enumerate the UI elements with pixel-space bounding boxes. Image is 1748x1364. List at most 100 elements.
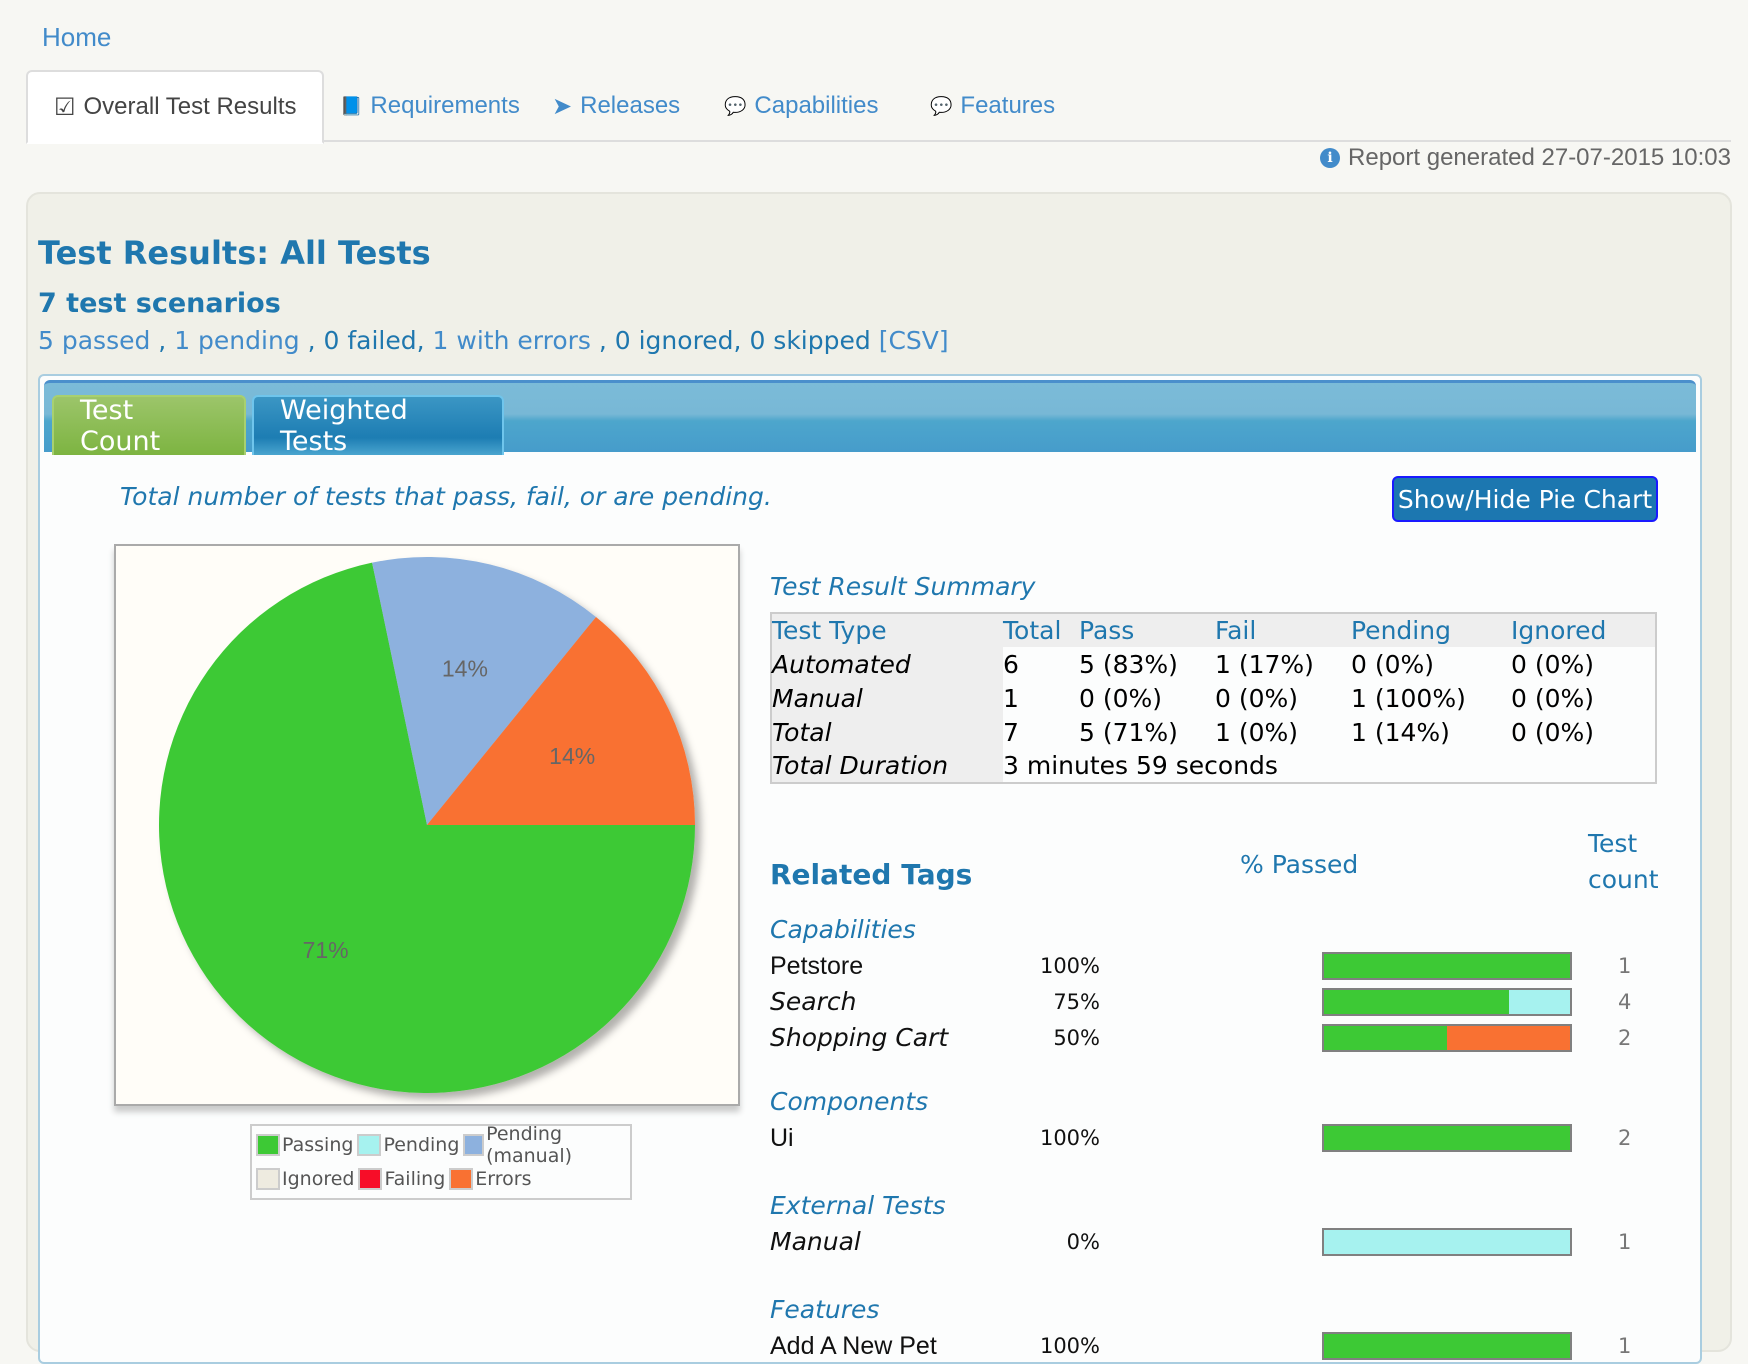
legend-label: Pending bbox=[383, 1134, 460, 1156]
tag-row[interactable]: Ui 100% 2 bbox=[770, 1120, 1657, 1156]
legend-item-passing: Passing bbox=[254, 1134, 353, 1156]
tag-group-label: Capabilities bbox=[770, 915, 916, 944]
bar-segment-passed bbox=[1324, 990, 1509, 1014]
legend-swatch bbox=[358, 1168, 383, 1190]
report-generated: i Report generated 27-07-2015 10:03 bbox=[1320, 144, 1731, 172]
tag-name-link[interactable]: Manual bbox=[770, 1224, 861, 1260]
report-generated-text: Report generated 27-07-2015 10:03 bbox=[1348, 144, 1731, 171]
legend-row: Ignored Failing Errors bbox=[254, 1162, 628, 1196]
bar-segment-passed bbox=[1324, 1334, 1570, 1358]
related-tags-title: Related Tags bbox=[770, 858, 973, 891]
legend-item-errors: Errors bbox=[447, 1168, 531, 1190]
tab-label: Test Count bbox=[80, 395, 161, 457]
table-row: Automated 6 5 (83%) 1 (17%) 0 (0%) 0 (0%… bbox=[771, 647, 1656, 681]
show-hide-pie-chart-button[interactable]: Show/Hide Pie Chart bbox=[1392, 476, 1658, 522]
cell: 5 (71%) bbox=[1079, 717, 1178, 747]
errors-link[interactable]: 1 with errors bbox=[433, 326, 591, 355]
cell: 7 bbox=[1003, 717, 1019, 747]
tag-row[interactable]: Add A New Pet 100% 1 bbox=[770, 1328, 1657, 1364]
pie-chart-box: 71% 14% 14% bbox=[114, 544, 740, 1106]
tab-label: Capabilities bbox=[754, 92, 879, 119]
cell: 1 (14%) bbox=[1351, 717, 1450, 747]
comments-icon: 💬 bbox=[724, 95, 747, 116]
check-square-icon: ☑ bbox=[54, 93, 76, 121]
chart-caption: Total number of tests that pass, fail, o… bbox=[120, 482, 772, 511]
chart-tabs-panel: Test Count Weighted Tests Total number o… bbox=[38, 374, 1702, 1364]
tag-test-count: 2 bbox=[1618, 1026, 1632, 1050]
table-header-row: Test Type Total Pass Fail Pending Ignore… bbox=[771, 613, 1656, 647]
cell: 5 (83%) bbox=[1079, 649, 1178, 679]
tag-pct-passed: 75% bbox=[1053, 990, 1100, 1014]
tag-test-count: 1 bbox=[1618, 1230, 1632, 1254]
tab-features[interactable]: 💬 Features bbox=[904, 70, 1081, 142]
tag-name-link[interactable]: Ui bbox=[770, 1120, 794, 1156]
tag-name-link[interactable]: Add A New Pet bbox=[770, 1328, 937, 1364]
tag-name-link[interactable]: Petstore bbox=[770, 948, 863, 984]
info-icon: i bbox=[1320, 148, 1341, 168]
breadcrumb-home-link[interactable]: Home bbox=[42, 22, 111, 53]
tag-group-capabilities: Capabilities Petstore 100% 1 Search 75% 4 Shopp… bbox=[770, 912, 1657, 1056]
tab-label: Releases bbox=[580, 92, 681, 119]
failed-text: , 0 failed, bbox=[299, 326, 433, 355]
cell: 1 (17%) bbox=[1215, 649, 1314, 679]
passed-link[interactable]: 5 passed bbox=[38, 326, 150, 355]
tag-row[interactable]: Shopping Cart 50% 2 bbox=[770, 1020, 1657, 1056]
col-fail: Fail bbox=[1215, 613, 1351, 647]
tag-name-link[interactable]: Search bbox=[770, 984, 856, 1020]
test-result-summary-table: Test Type Total Pass Fail Pending Ignore… bbox=[770, 612, 1657, 784]
table-row-duration: Total Duration 3 minutes 59 seconds bbox=[771, 749, 1656, 783]
legend-label: Pending (manual) bbox=[486, 1123, 573, 1167]
legend-label: Failing bbox=[384, 1168, 446, 1190]
tag-group-components: Components Ui 100% 2 bbox=[770, 1084, 1657, 1156]
tag-pct-passed: 100% bbox=[1039, 1334, 1100, 1358]
related-tags-header: Related Tags % Passed Test count bbox=[770, 826, 1659, 906]
tag-group-label: Components bbox=[770, 1087, 929, 1116]
summary-title: Test Result Summary bbox=[770, 572, 1036, 601]
ignored-skipped-text: , 0 ignored, 0 skipped bbox=[590, 326, 879, 355]
tab-releases[interactable]: ➤ Releases bbox=[526, 70, 706, 142]
tag-row[interactable]: Search 75% 4 bbox=[770, 984, 1657, 1020]
report-nav-tabs: ☑ Overall Test Results 📘 Requirements ➤ … bbox=[26, 70, 1731, 144]
tab-overall-test-results[interactable]: ☑ Overall Test Results bbox=[26, 70, 325, 144]
tag-test-count: 1 bbox=[1618, 954, 1632, 978]
cell: 0 (0%) bbox=[1511, 683, 1595, 713]
legend-swatch bbox=[256, 1134, 280, 1156]
cell: 0 (0%) bbox=[1079, 683, 1163, 713]
tag-group-external-tests: External Tests Manual 0% 1 bbox=[770, 1188, 1657, 1260]
tag-progress-bar bbox=[1322, 988, 1572, 1016]
row-label: Manual bbox=[771, 681, 1003, 715]
tag-progress-bar bbox=[1322, 1124, 1572, 1152]
tab-requirements[interactable]: 📘 Requirements bbox=[314, 70, 546, 142]
tag-name-link[interactable]: Shopping Cart bbox=[770, 1020, 948, 1056]
tab-test-count[interactable]: Test Count bbox=[52, 395, 246, 457]
tab-label: Overall Test Results bbox=[83, 93, 297, 120]
tag-test-count: 2 bbox=[1618, 1126, 1632, 1150]
pct-passed-header: % Passed bbox=[1240, 850, 1359, 879]
tab-capabilities[interactable]: 💬 Capabilities bbox=[698, 70, 905, 142]
result-breakdown: 5 passed , 1 pending , 0 failed, 1 with … bbox=[38, 326, 949, 355]
cell: 1 bbox=[1003, 683, 1019, 713]
tag-row[interactable]: Petstore 100% 1 bbox=[770, 948, 1657, 984]
legend-item-ignored: Ignored bbox=[254, 1168, 354, 1190]
tag-progress-bar bbox=[1322, 952, 1572, 980]
cell: 0 (0%) bbox=[1351, 649, 1435, 679]
legend-swatch bbox=[449, 1168, 474, 1190]
separator: , bbox=[150, 326, 175, 355]
tag-row[interactable]: Manual 0% 1 bbox=[770, 1224, 1657, 1260]
col-ignored: Ignored bbox=[1511, 613, 1656, 647]
duration-value: 3 minutes 59 seconds bbox=[1003, 751, 1278, 780]
cell: 0 (0%) bbox=[1511, 649, 1595, 679]
col-test-type: Test Type bbox=[771, 613, 1003, 647]
legend-label: Ignored bbox=[282, 1168, 355, 1190]
tag-pct-passed: 50% bbox=[1053, 1026, 1100, 1050]
cell: 1 (100%) bbox=[1351, 683, 1466, 713]
csv-link[interactable]: [CSV] bbox=[879, 326, 949, 355]
pending-link[interactable]: 1 pending bbox=[174, 326, 299, 355]
col-pass: Pass bbox=[1079, 613, 1215, 647]
legend-item-pending-manual: Pending (manual) bbox=[461, 1123, 626, 1167]
chart-tab-strip: Test Count Weighted Tests bbox=[44, 380, 1696, 457]
tab-label: Weighted Tests bbox=[280, 395, 408, 457]
tab-weighted-tests[interactable]: Weighted Tests bbox=[252, 395, 504, 457]
tag-progress-bar bbox=[1322, 1024, 1572, 1052]
table-row: Total 7 5 (71%) 1 (0%) 1 (14%) 0 (0%) bbox=[771, 715, 1656, 749]
